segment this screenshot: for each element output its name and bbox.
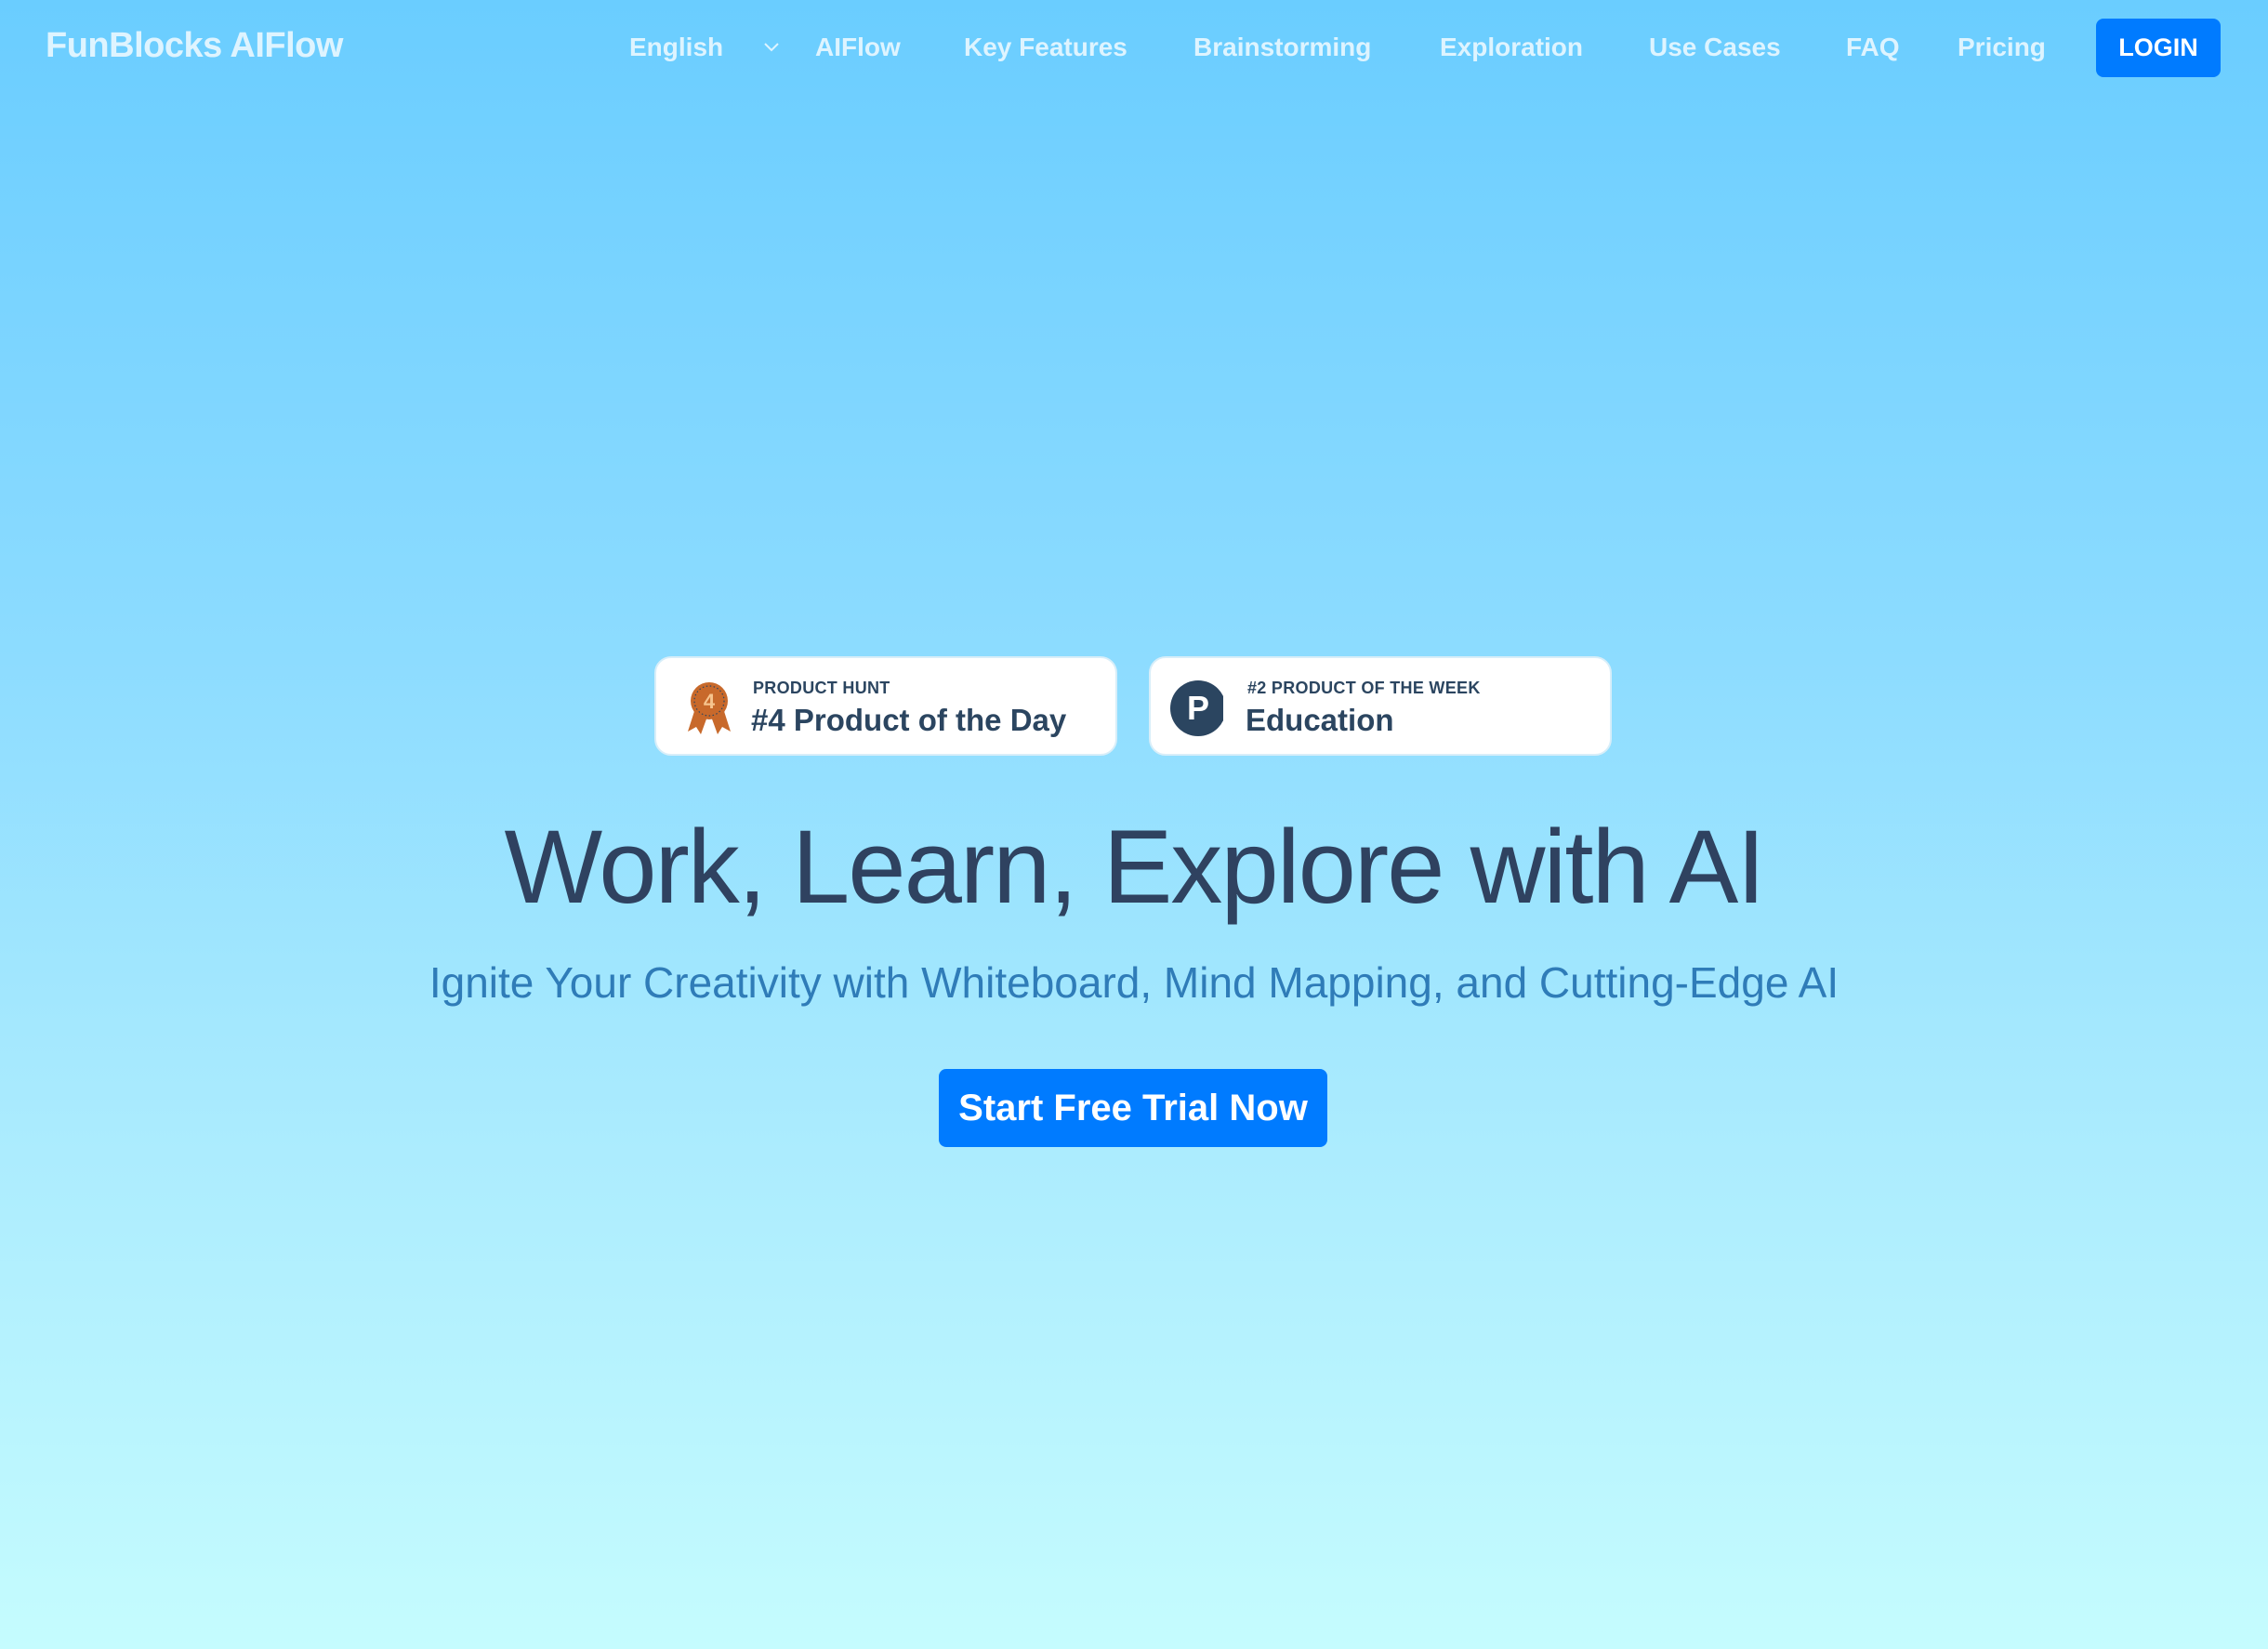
- badge-kicker: PRODUCT HUNT: [753, 679, 890, 697]
- nav-use-cases[interactable]: Use Cases: [1649, 33, 1781, 62]
- nav-exploration[interactable]: Exploration: [1440, 33, 1583, 62]
- nav-aiflow[interactable]: AIFlow: [815, 33, 901, 62]
- badge-title: #4 Product of the Day: [751, 703, 1067, 737]
- medal-number: 4: [704, 690, 716, 713]
- badge-kicker: #2 PRODUCT OF THE WEEK: [1247, 679, 1481, 697]
- language-selector[interactable]: English: [629, 33, 723, 62]
- nav-brainstorming[interactable]: Brainstorming: [1193, 33, 1371, 62]
- chevron-down-icon[interactable]: [760, 35, 783, 58]
- ph-letter: P: [1187, 689, 1209, 727]
- badge-title: Education: [1246, 703, 1394, 737]
- award-medal-icon: 4: [688, 682, 731, 734]
- logo[interactable]: FunBlocks AIFlow: [46, 26, 343, 66]
- nav-pricing[interactable]: Pricing: [1958, 33, 2046, 62]
- nav-key-features[interactable]: Key Features: [964, 33, 1127, 62]
- start-free-trial-button[interactable]: Start Free Trial Now: [939, 1069, 1327, 1147]
- badge-product-of-week[interactable]: P #2 PRODUCT OF THE WEEK Education: [1149, 656, 1612, 756]
- login-button[interactable]: LOGIN: [2096, 19, 2221, 77]
- nav-faq[interactable]: FAQ: [1846, 33, 1900, 62]
- hero-headline: Work, Learn, Explore with AI: [504, 809, 1766, 925]
- badge-product-of-day[interactable]: 4 PRODUCT HUNT #4 Product of the Day: [654, 656, 1117, 756]
- product-hunt-logo-icon: P: [1170, 680, 1223, 736]
- hero-subtitle: Ignite Your Creativity with Whiteboard, …: [429, 958, 1839, 1007]
